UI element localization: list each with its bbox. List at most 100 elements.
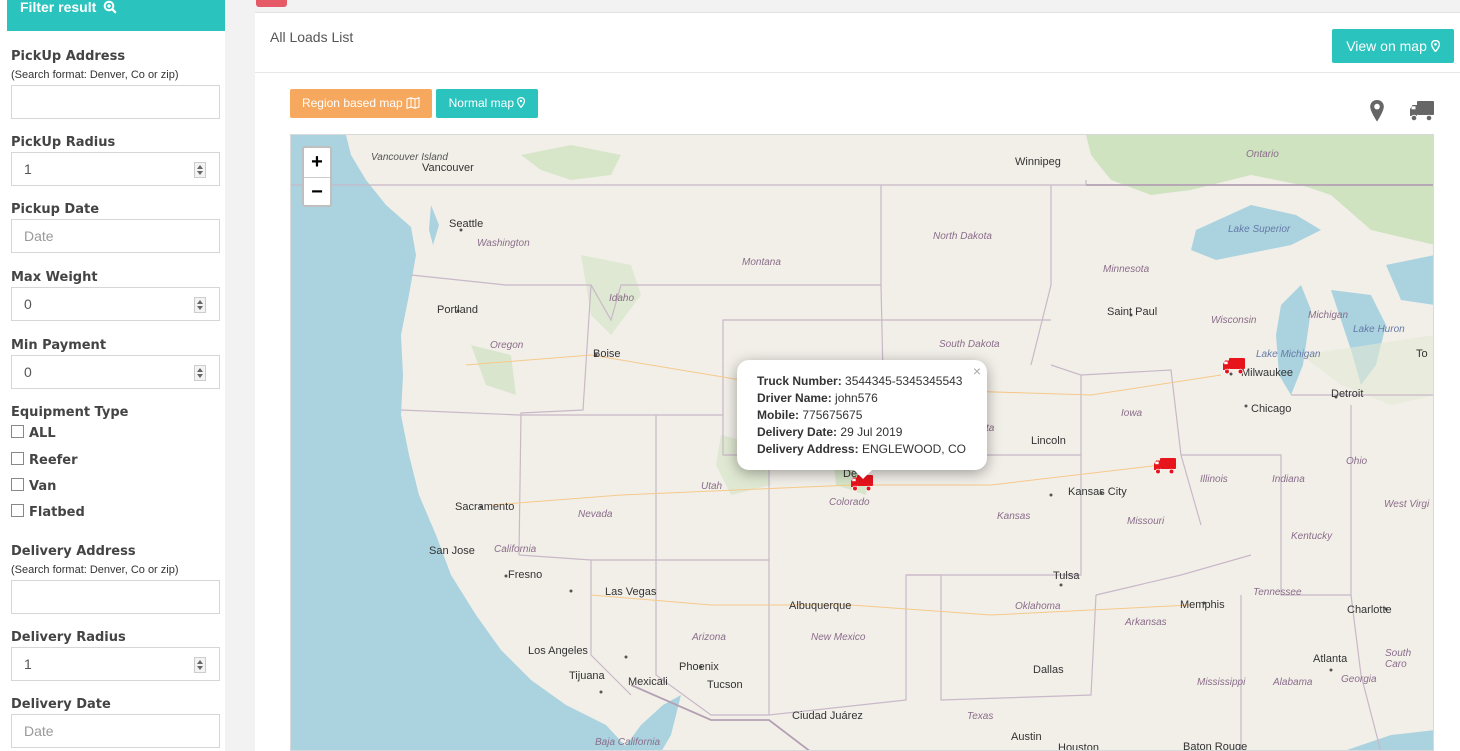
map-label-kansas-city: Kansas City bbox=[1068, 486, 1127, 498]
map-label-los-angeles: Los Angeles bbox=[528, 645, 588, 657]
zoom-out-button[interactable]: − bbox=[304, 178, 330, 207]
map-label-ohio: Ohio bbox=[1346, 456, 1368, 467]
delivery-address-hint: (Search format: Denver, Co or zip) bbox=[11, 564, 179, 576]
map-label-washington: Washington bbox=[477, 238, 530, 249]
map-label-las-vegas: Las Vegas bbox=[605, 586, 657, 598]
map-label-detroit: Detroit bbox=[1331, 388, 1364, 400]
map-label-missouri: Missouri bbox=[1127, 516, 1165, 527]
popup-delivery-address-row: Delivery Address: ENGLEWOOD, CO bbox=[757, 441, 987, 458]
popup-close-button[interactable]: × bbox=[973, 363, 981, 380]
map-label-to: To bbox=[1416, 348, 1428, 360]
popup-truck-number-value: 3544345-5345345543 bbox=[845, 374, 963, 388]
map-label-indiana: Indiana bbox=[1272, 474, 1305, 485]
delivery-radius-value: 1 bbox=[24, 656, 32, 672]
map-label-portland: Portland bbox=[437, 304, 478, 316]
max-weight-spinner[interactable] bbox=[194, 297, 206, 313]
delivery-radius-input[interactable]: 1 bbox=[11, 647, 220, 681]
search-plus-icon bbox=[103, 0, 117, 14]
equipment-checkbox-flatbed[interactable]: Flatbed bbox=[11, 504, 85, 520]
truck-marker-icon[interactable] bbox=[1153, 457, 1177, 475]
popup-mobile-label: Mobile: bbox=[757, 408, 799, 422]
map-label-winnipeg: Winnipeg bbox=[1015, 156, 1061, 168]
max-weight-input[interactable]: 0 bbox=[11, 287, 220, 321]
min-payment-input[interactable]: 0 bbox=[11, 355, 220, 389]
map-label-tucson: Tucson bbox=[707, 679, 743, 691]
truck-icon[interactable] bbox=[1409, 100, 1435, 122]
map-label-charlotte: Charlotte bbox=[1347, 604, 1392, 616]
checkbox[interactable] bbox=[11, 478, 24, 491]
checkbox[interactable] bbox=[11, 504, 24, 517]
map-label-north-dakota: North Dakota bbox=[933, 231, 992, 242]
map-label-milwaukee: Milwaukee bbox=[1241, 367, 1293, 379]
pickup-date-input[interactable]: Date bbox=[11, 219, 220, 253]
map-label-south-carolina: South Caro bbox=[1385, 648, 1412, 670]
map-label-west-virginia: West Virgi bbox=[1384, 499, 1430, 510]
delivery-address-input[interactable] bbox=[11, 580, 220, 614]
map-marker-icon bbox=[517, 96, 526, 109]
map-label-california: California bbox=[494, 544, 537, 555]
map-marker-icon[interactable] bbox=[1369, 99, 1385, 123]
map-label-illinois: Illinois bbox=[1200, 474, 1228, 485]
map-label-baja-california: Baja California bbox=[595, 737, 661, 748]
map-label-vancouver: Vancouver bbox=[422, 162, 474, 174]
map-label-memphis: Memphis bbox=[1180, 599, 1225, 611]
equipment-checkbox-reefer[interactable]: Reefer bbox=[11, 452, 78, 468]
map-label-ontario: Ontario bbox=[1246, 149, 1279, 160]
map-label-lake-superior: Lake Superior bbox=[1228, 224, 1291, 235]
map-label-atlanta: Atlanta bbox=[1313, 653, 1348, 665]
filter-title: Filter result bbox=[20, 0, 97, 15]
pickup-radius-spinner[interactable] bbox=[194, 162, 206, 178]
map-label-new-mexico: New Mexico bbox=[811, 632, 866, 643]
checkbox[interactable] bbox=[11, 452, 24, 465]
map-label-utah: Utah bbox=[701, 481, 723, 492]
map-label-colorado: Colorado bbox=[829, 497, 870, 508]
delivery-address-label: Delivery Address bbox=[11, 544, 136, 559]
view-on-map-button[interactable]: View on map bbox=[1332, 29, 1454, 63]
delivery-date-input[interactable]: Date bbox=[11, 714, 220, 748]
popup-delivery-address-label: Delivery Address: bbox=[757, 442, 859, 456]
map-label-lake-michigan: Lake Michigan bbox=[1256, 349, 1321, 360]
checkbox-label: Flatbed bbox=[29, 505, 85, 520]
map-label-wisconsin: Wisconsin bbox=[1211, 315, 1257, 326]
region-based-map-button[interactable]: Region based map bbox=[290, 89, 432, 118]
map-label-south-dakota: South Dakota bbox=[939, 339, 1000, 350]
popup-delivery-date-label: Delivery Date: bbox=[757, 425, 838, 439]
pickup-radius-label: PickUp Radius bbox=[11, 135, 116, 150]
popup-driver-name-label: Driver Name: bbox=[757, 391, 832, 405]
map-label-idaho: Idaho bbox=[609, 293, 635, 304]
map-label-nebraska-partial: ta bbox=[986, 423, 995, 434]
pickup-address-input[interactable] bbox=[11, 85, 220, 119]
map-label-seattle: Seattle bbox=[449, 218, 484, 230]
equipment-checkbox-all[interactable]: ALL bbox=[11, 425, 56, 441]
view-on-map-label: View on map bbox=[1346, 38, 1427, 54]
normal-map-button[interactable]: Normal map bbox=[436, 89, 538, 118]
map-label-kentucky: Kentucky bbox=[1291, 531, 1333, 542]
min-payment-spinner[interactable] bbox=[194, 365, 206, 381]
min-payment-label: Min Payment bbox=[11, 338, 107, 353]
checkbox-label: Reefer bbox=[29, 453, 78, 468]
top-red-tab[interactable] bbox=[256, 0, 287, 7]
filter-sidebar: Filter result PickUp Address (Search for… bbox=[0, 0, 225, 751]
delivery-date-placeholder: Date bbox=[24, 723, 54, 739]
equipment-checkbox-van[interactable]: Van bbox=[11, 478, 56, 494]
popup-truck-number-label: Truck Number: bbox=[757, 374, 842, 388]
max-weight-label: Max Weight bbox=[11, 270, 98, 285]
truck-marker-icon[interactable] bbox=[1222, 357, 1246, 375]
map-marker-icon bbox=[1430, 39, 1440, 53]
popup-driver-name-value: john576 bbox=[835, 391, 878, 405]
popup-tip bbox=[852, 468, 874, 479]
region-map-label: Region based map bbox=[301, 96, 403, 110]
popup-delivery-date-value: 29 Jul 2019 bbox=[840, 425, 903, 439]
map-label-san-jose: San Jose bbox=[429, 545, 475, 557]
checkbox[interactable] bbox=[11, 425, 24, 438]
map-label-kansas: Kansas bbox=[997, 511, 1031, 522]
page-title: All Loads List bbox=[270, 29, 354, 45]
map-label-texas: Texas bbox=[967, 711, 994, 722]
map-label-arizona: Arizona bbox=[692, 632, 726, 643]
zoom-in-button[interactable]: + bbox=[304, 148, 330, 178]
map-label-phoenix: Phoenix bbox=[679, 661, 719, 673]
checkbox-label: ALL bbox=[29, 426, 56, 441]
delivery-radius-spinner[interactable] bbox=[194, 657, 206, 673]
pickup-radius-input[interactable]: 1 bbox=[11, 152, 220, 186]
map-label-lake-huron: Lake Huron bbox=[1353, 324, 1405, 335]
